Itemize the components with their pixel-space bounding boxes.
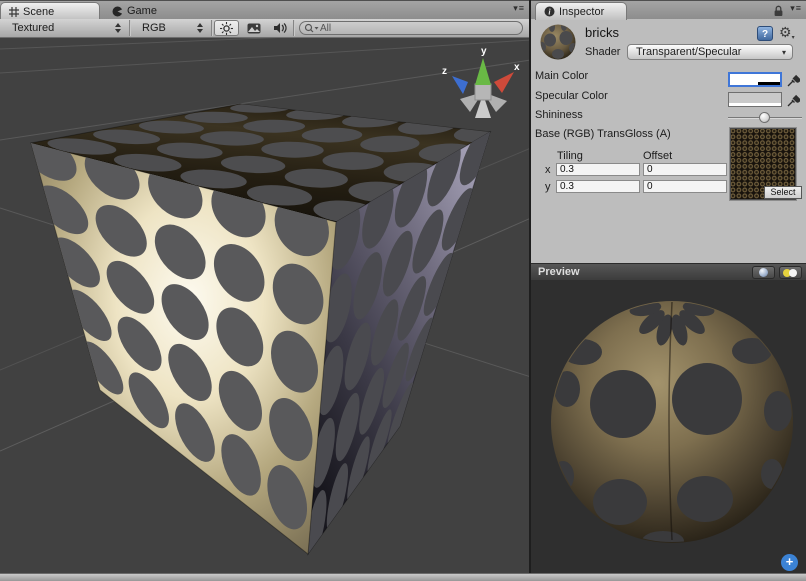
image-icon [247,23,261,34]
offset-x-field[interactable] [643,163,727,176]
main-color-label: Main Color [535,70,588,82]
tiling-x-field[interactable] [556,163,640,176]
tab-game-label: Game [127,5,157,17]
add-button[interactable]: + [781,554,798,571]
tiling-column-label: Tiling [557,150,583,162]
inspector-tabstrip: i Inspector ▾≡ [531,0,806,19]
shininess-slider[interactable] [728,110,802,124]
speaker-icon [273,22,287,34]
render-mode-value: Textured [12,22,54,34]
scene-viewport[interactable]: y x z [0,38,529,573]
search-icon [304,23,320,34]
scene-tabstrip: Scene Game ▾≡ [0,0,529,19]
scene-pane: Scene Game ▾≡ Textured RGB [0,0,529,573]
toolbar-separator [293,20,294,36]
tab-scene[interactable]: Scene [0,2,100,20]
shader-dropdown[interactable]: Transparent/Specular ▾ [627,44,793,60]
inspector-pane-menu-icon[interactable]: ▾≡ [790,3,802,14]
render-mode-dropdown[interactable]: Textured [0,19,129,37]
window-bottom-edge [0,573,806,581]
scene-search-field[interactable]: All [299,21,523,35]
updown-arrows-icon [197,23,203,33]
eyedropper-icon[interactable] [787,92,800,107]
preview-lighting-button[interactable] [779,266,802,279]
gizmo-x-label: x [514,62,520,73]
scene-grid-icon [9,7,19,17]
scene-pane-menu-icon[interactable]: ▾≡ [513,3,525,14]
tab-game[interactable]: Game [104,2,184,20]
material-name: bricks [585,25,619,40]
color-channel-dropdown[interactable]: RGB [130,19,211,37]
tab-scene-label: Scene [23,6,54,18]
shader-value: Transparent/Specular [636,46,741,58]
shininess-label: Shininess [535,109,583,121]
game-icon [112,6,123,17]
sphere-icon [759,268,768,277]
specular-color-label: Specular Color [535,90,608,102]
scene-audio-toggle[interactable] [267,20,292,36]
gear-caret-icon: ▾ [792,35,795,41]
tiling-y-field[interactable] [556,180,640,193]
row-y-label: y [545,181,551,193]
row-x-label: x [545,164,551,176]
preview-header[interactable]: Preview [531,263,806,280]
light-dot-icon [789,269,797,277]
preview-shape-button[interactable] [752,266,775,279]
search-value: All [320,23,331,34]
main-color-swatch[interactable] [728,72,782,87]
eyedropper-icon[interactable] [787,72,800,87]
gizmo-y-label: y [481,46,487,57]
preview-area[interactable]: + [531,280,806,573]
scene-lighting-toggle[interactable] [214,20,239,36]
shader-label: Shader [585,46,620,58]
slider-thumb[interactable] [759,112,770,123]
specular-color-swatch[interactable] [728,92,782,107]
tab-inspector[interactable]: i Inspector [535,2,627,20]
base-map-label: Base (RGB) TransGloss (A) [535,128,671,140]
gear-icon[interactable]: ⚙▾ [779,24,795,41]
gizmo-z-label: z [442,66,447,77]
help-icon[interactable]: ? [757,26,773,41]
lock-icon[interactable] [773,4,784,22]
unity-editor-window: Scene Game ▾≡ Textured RGB [0,0,806,581]
chevron-down-icon: ▾ [782,48,786,57]
alpha-bar [729,103,781,106]
offset-y-field[interactable] [643,180,727,193]
material-preview-sphere[interactable] [531,280,806,573]
alpha-bar [730,82,780,85]
material-ball-icon [539,23,577,61]
inspector-pane: i Inspector ▾≡ bricks ? ⚙▾ Shader Transp… [531,0,806,573]
offset-column-label: Offset [643,150,672,162]
preview-title: Preview [538,266,580,278]
tab-inspector-label: Inspector [559,6,604,18]
sun-icon [220,22,233,35]
updown-arrows-icon [115,23,121,33]
color-channel-value: RGB [142,22,166,34]
scene-skybox-toggle[interactable] [241,20,266,36]
info-icon: i [544,6,555,17]
toolbar-separator [211,20,212,36]
scene-toolbar: Textured RGB [0,19,529,38]
select-texture-button[interactable]: Select [764,186,802,199]
